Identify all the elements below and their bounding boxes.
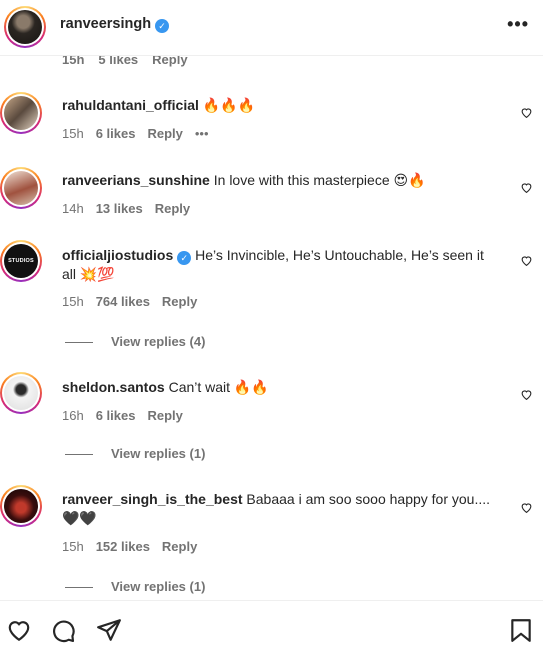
comment-meta: 15h 152 likes Reply <box>62 539 198 554</box>
avatar[interactable] <box>0 372 42 414</box>
comment-more-icon[interactable]: ••• <box>195 126 209 141</box>
post-action-bar <box>0 600 543 648</box>
comment-body: officialjiostudios ✓ He’s Invincible, He’… <box>62 246 493 284</box>
jio-studios-logo: STUDIOS <box>8 258 34 264</box>
verified-badge-icon: ✓ <box>177 251 192 265</box>
replies-divider <box>65 587 93 589</box>
comment-body: ranveerians_sunshine In love with this m… <box>62 171 493 190</box>
avatar[interactable] <box>0 167 42 209</box>
author-username[interactable]: ranveersingh ✓ <box>60 16 170 33</box>
avatar[interactable]: STUDIOS <box>0 240 42 282</box>
heart-icon[interactable] <box>6 617 32 643</box>
comment-icon[interactable] <box>50 617 76 643</box>
comment-meta: 14h 13 likes Reply <box>62 201 191 216</box>
verified-badge-icon: ✓ <box>155 19 170 33</box>
comment-meta: 15h 6 likes Reply ••• <box>62 126 209 141</box>
replies-divider <box>65 454 93 456</box>
comment-username[interactable]: sheldon.santos <box>62 379 165 395</box>
comment-username[interactable]: ranveer_singh_is_the_best <box>62 491 243 507</box>
heart-icon[interactable] <box>520 106 533 119</box>
comment-meta: 15h 764 likes Reply <box>62 294 198 309</box>
heart-icon[interactable] <box>520 501 533 514</box>
comment-username[interactable]: officialjiostudios <box>62 247 173 263</box>
comment-text: Can’t wait 🔥🔥 <box>168 379 269 395</box>
view-replies-button[interactable]: View replies (1) <box>65 579 205 594</box>
post-header: ranveersingh ✓ ••• <box>0 0 543 56</box>
author-avatar[interactable] <box>4 6 46 48</box>
avatar[interactable] <box>0 92 42 134</box>
heart-icon[interactable] <box>520 181 533 194</box>
bookmark-icon[interactable] <box>508 617 534 643</box>
replies-divider <box>65 342 93 344</box>
comment-body: ranveer_singh_is_the_best Babaaa i am so… <box>62 490 493 528</box>
comment-text: In love with this masterpiece 😍🔥 <box>213 172 426 188</box>
comment-username[interactable]: ranveerians_sunshine <box>62 172 210 188</box>
heart-icon[interactable] <box>520 388 533 401</box>
avatar[interactable] <box>0 485 42 527</box>
view-replies-button[interactable]: View replies (1) <box>65 446 205 461</box>
comment-text: 🔥🔥🔥 <box>202 97 256 113</box>
more-options-button[interactable]: ••• <box>507 14 529 35</box>
comment-meta: 16h 6 likes Reply <box>62 408 183 423</box>
view-replies-button[interactable]: View replies (4) <box>65 334 205 349</box>
comment-body: sheldon.santos Can’t wait 🔥🔥 <box>62 378 493 397</box>
comment-username[interactable]: rahuldantani_official <box>62 97 199 113</box>
share-icon[interactable] <box>96 617 122 643</box>
heart-icon[interactable] <box>520 254 533 267</box>
comment-body: rahuldantani_official 🔥🔥🔥 <box>62 96 493 115</box>
